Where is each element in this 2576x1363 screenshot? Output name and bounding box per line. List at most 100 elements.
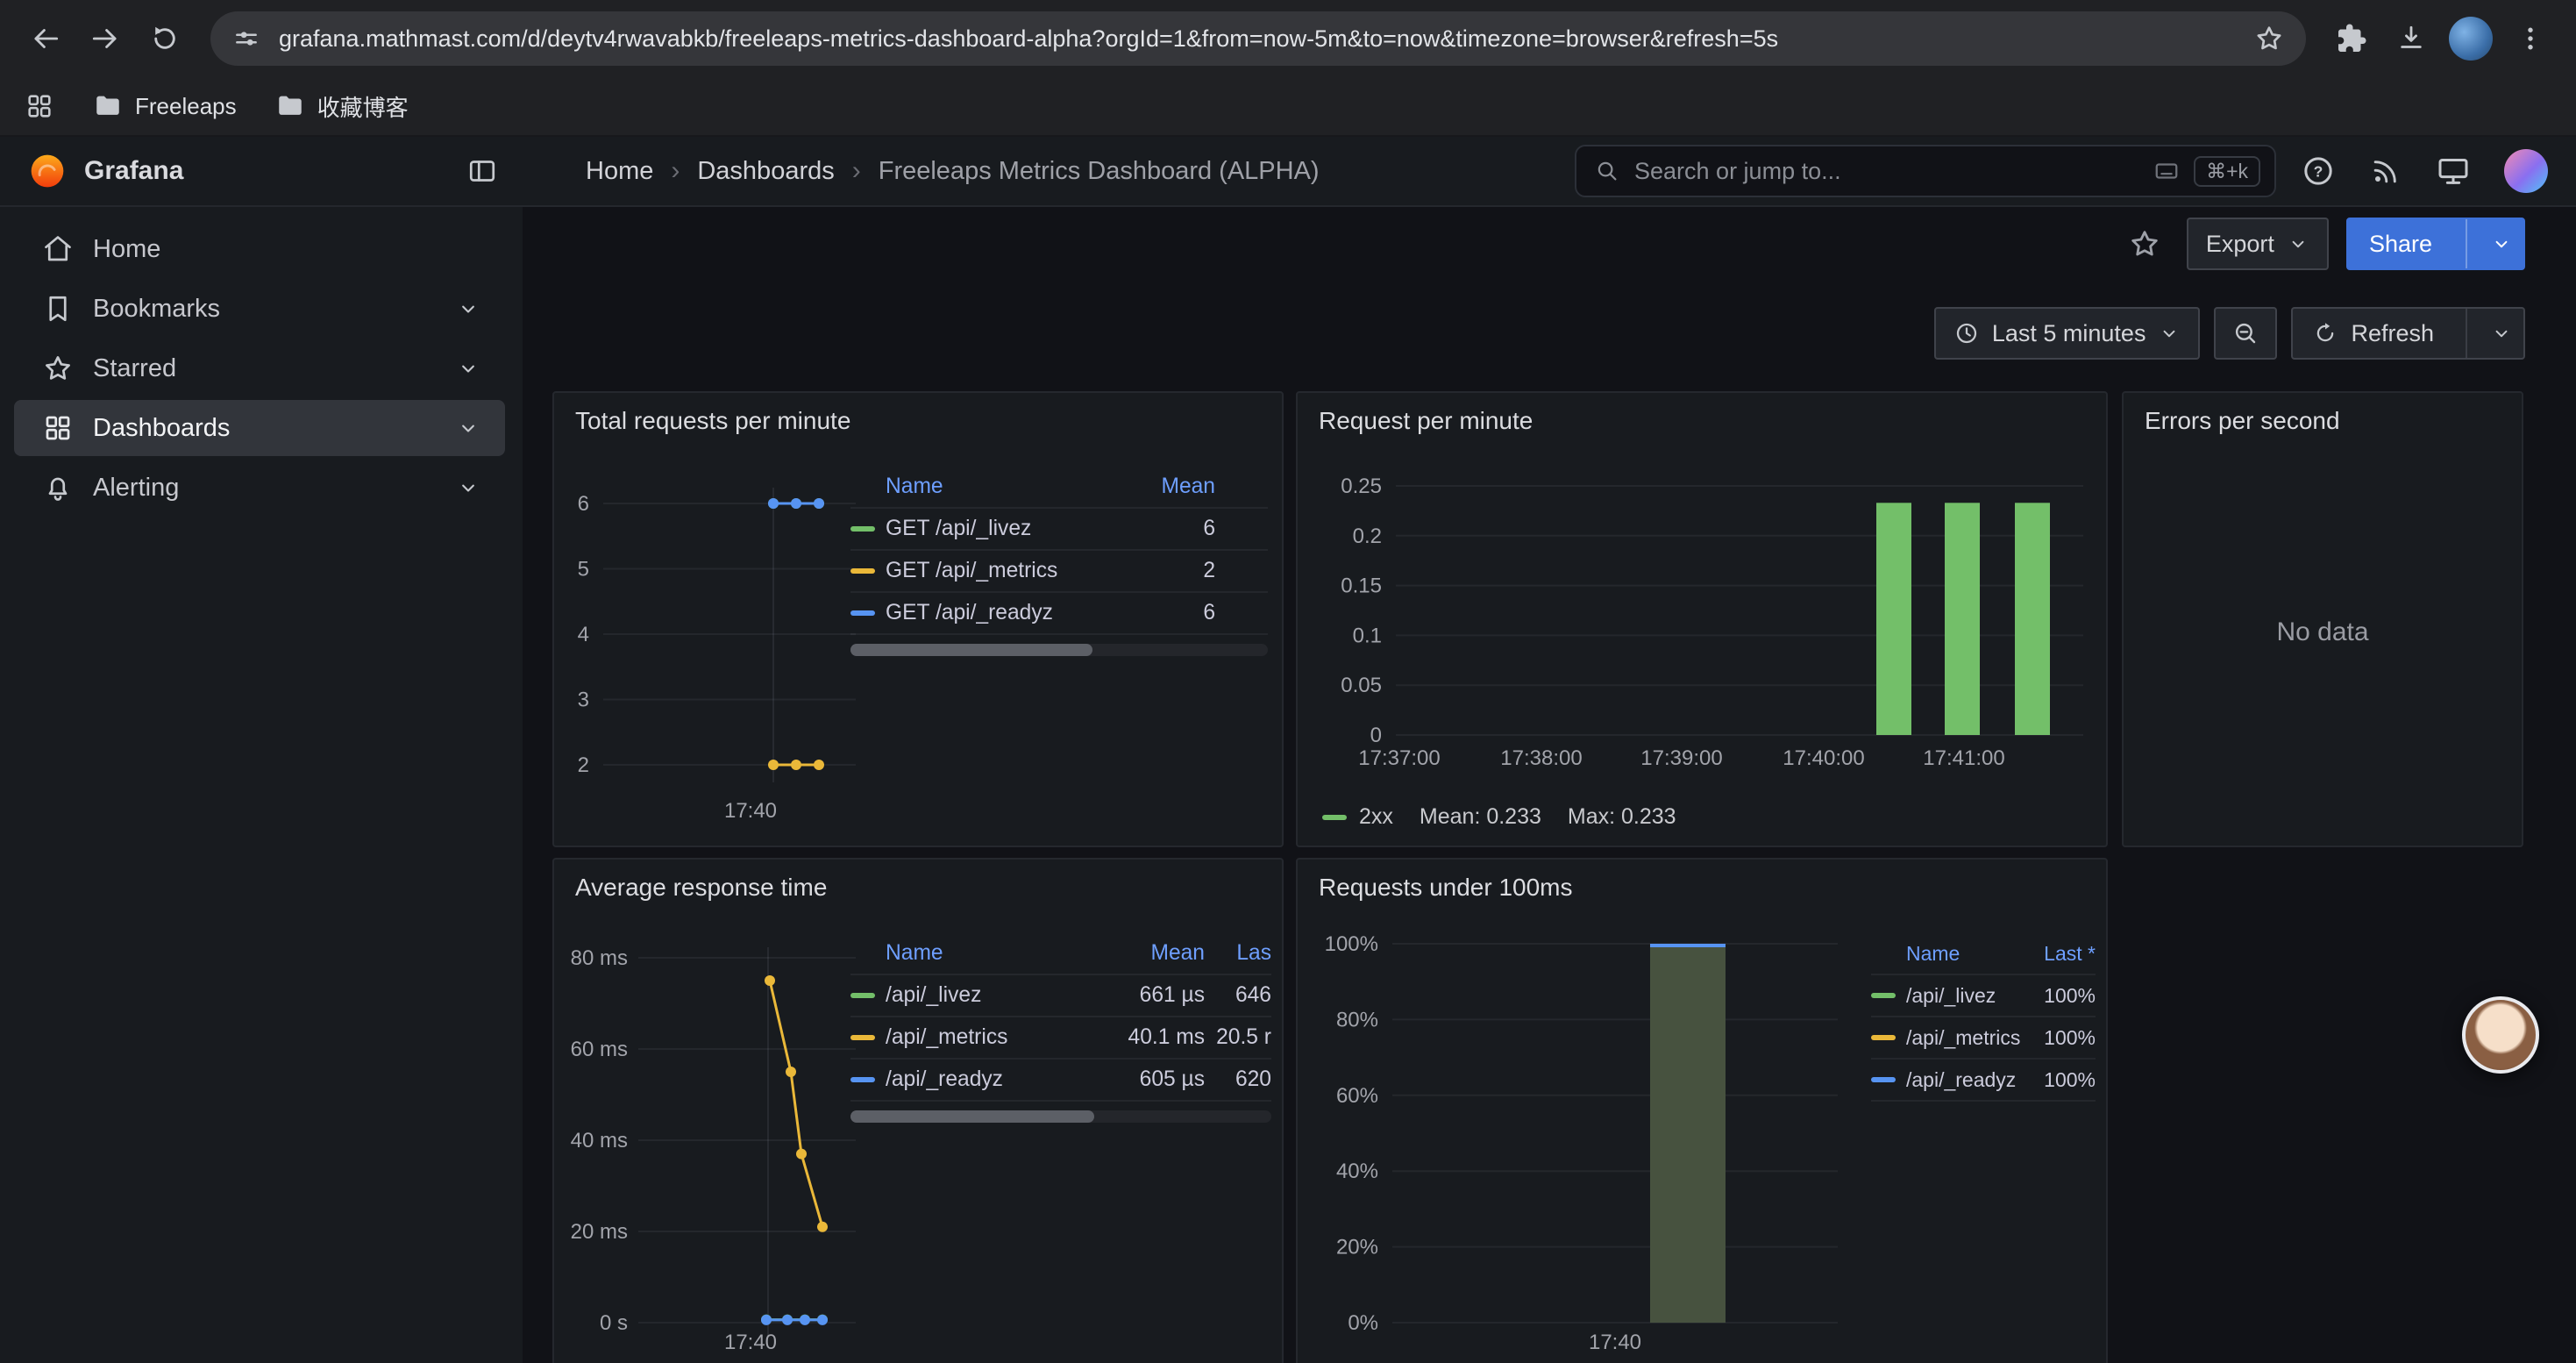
bar[interactable] (2015, 503, 2050, 735)
sidebar-item-home[interactable]: Home (14, 221, 505, 277)
legend-header[interactable]: Name (886, 475, 1114, 499)
bookmark-folder-blogs[interactable]: 收藏博客 (275, 90, 409, 123)
legend-header[interactable]: Las (1205, 941, 1271, 966)
legend-header[interactable]: Name (1906, 942, 2029, 966)
zoom-out-button[interactable] (2214, 307, 2277, 360)
panel-title[interactable]: Average response time (575, 874, 827, 902)
floating-assistant-avatar[interactable] (2462, 996, 2539, 1074)
sidebar-item-starred[interactable]: Starred (14, 340, 505, 396)
refresh-label: Refresh (2351, 320, 2434, 347)
series-value: 100% (2029, 1026, 2096, 1050)
series-color-dash (1871, 993, 1896, 998)
series-name: /api/_readyz (1906, 1068, 2029, 1092)
dashboard-actions: Export Share (2120, 218, 2525, 270)
refresh-button[interactable]: Refresh (2293, 309, 2453, 358)
series-point (791, 498, 801, 509)
export-button[interactable]: Export (2187, 218, 2329, 270)
clock-icon (1953, 320, 1980, 346)
panel-title[interactable]: Errors per second (2145, 407, 2340, 435)
grafana-logo-icon[interactable] (28, 152, 67, 190)
legend-scrollbar[interactable] (850, 644, 1268, 656)
arrow-left-icon (29, 22, 62, 55)
address-bar[interactable]: grafana.mathmast.com/d/deytv4rwavabkb/fr… (210, 11, 2306, 66)
time-range-picker[interactable]: Last 5 minutes (1934, 307, 2201, 360)
monitor-icon[interactable] (2436, 153, 2471, 189)
svg-text:?: ? (2314, 163, 2323, 181)
bookmark-star-icon[interactable] (2253, 23, 2285, 54)
sidebar-item-alerting[interactable]: Alerting (14, 460, 505, 516)
series-color-dash (850, 1077, 875, 1082)
header-icons: ? (2276, 149, 2576, 193)
avg-response-time-chart[interactable]: 80 ms60 ms40 ms20 ms0 s17:40 (568, 923, 866, 1361)
sidebar-item-dashboards[interactable]: Dashboards (14, 400, 505, 456)
series-value: 646 (1205, 983, 1271, 1008)
series-value: 40.1 ms (1092, 1025, 1205, 1050)
site-settings-icon (231, 24, 261, 54)
apps-grid-icon[interactable] (25, 91, 54, 121)
total-requests-chart[interactable]: 6543217:40 (568, 456, 866, 833)
reload-button[interactable] (137, 11, 193, 67)
scrollbar-thumb[interactable] (850, 1110, 1094, 1123)
tick-label: 20 ms (571, 1220, 628, 1244)
search-input[interactable]: Search or jump to... ⌘+k (1575, 145, 2276, 197)
legend-scrollbar[interactable] (850, 1110, 1271, 1123)
forward-button[interactable] (77, 11, 133, 67)
share-button[interactable]: Share (2348, 219, 2453, 268)
bell-icon (42, 472, 74, 503)
bar[interactable] (1876, 503, 1911, 735)
legend-header[interactable]: Name (886, 941, 1092, 966)
bar[interactable] (1650, 944, 1726, 1323)
tick-label: 5 (578, 558, 589, 582)
scrollbar-thumb[interactable] (850, 644, 1092, 656)
series-color-dash (850, 1035, 875, 1040)
refresh-interval-button[interactable] (2480, 309, 2523, 358)
refresh-button-group: Refresh (2291, 307, 2525, 360)
legend-row[interactable]: /api/_readyz605 µs620 (850, 1060, 1271, 1102)
collapse-sidebar-icon[interactable] (466, 155, 498, 187)
search-shortcut: ⌘+k (2194, 156, 2260, 187)
favorite-dashboard-button[interactable] (2120, 219, 2169, 268)
legend-row[interactable]: /api/_metrics40.1 ms20.5 r (850, 1017, 1271, 1060)
legend-row[interactable]: /api/_metrics100% (1871, 1017, 2096, 1060)
breadcrumb-home[interactable]: Home (586, 157, 653, 186)
legend-header[interactable]: Mean (1092, 941, 1205, 966)
legend-row[interactable]: /api/_readyz100% (1871, 1060, 2096, 1102)
breadcrumb-dashboards[interactable]: Dashboards (697, 157, 834, 186)
chevron-down-icon (2158, 322, 2181, 345)
panel-title[interactable]: Request per minute (1319, 407, 1533, 435)
legend-row[interactable]: GET /api/_readyz6 (850, 593, 1268, 635)
apps-icon (42, 412, 74, 444)
panel-title[interactable]: Total requests per minute (575, 407, 850, 435)
legend-row[interactable]: /api/_livez100% (1871, 975, 2096, 1017)
extensions-button[interactable] (2323, 11, 2380, 67)
browser-profile-button[interactable] (2443, 11, 2499, 67)
legend-row[interactable]: GET /api/_metrics2 (850, 551, 1268, 593)
bookmark-label: 收藏博客 (317, 90, 409, 123)
browser-menu-button[interactable] (2502, 11, 2558, 67)
panel-title[interactable]: Requests under 100ms (1319, 874, 1573, 902)
bar[interactable] (1945, 503, 1980, 735)
legend-header[interactable]: Last * (2029, 942, 2096, 966)
downloads-button[interactable] (2383, 11, 2439, 67)
request-per-minute-chart[interactable]: 0.250.20.150.10.05017:37:0017:38:0017:39… (1312, 456, 2096, 781)
tick-label: 0.05 (1341, 674, 1382, 697)
series-name: /api/_metrics (1906, 1026, 2029, 1050)
news-rss-icon[interactable] (2369, 154, 2402, 188)
folder-icon (93, 91, 123, 121)
sidebar-item-bookmarks[interactable]: Bookmarks (14, 281, 505, 337)
legend-table: NameMeanLas/api/_livez661 µs646/api/_met… (850, 933, 1271, 1123)
share-menu-button[interactable] (2480, 219, 2523, 268)
legend-inline[interactable]: 2xxMean: 0.233Max: 0.233 (1322, 804, 1676, 830)
bookmark-folder-freeleaps[interactable]: Freeleaps (93, 91, 237, 121)
panel-avg-response-time: Average response time 80 ms60 ms40 ms20 … (552, 858, 1284, 1363)
tick-label: 60 ms (571, 1038, 628, 1061)
help-icon[interactable]: ? (2301, 153, 2336, 189)
series-color-dash (1871, 1077, 1896, 1082)
legend-header[interactable]: Mean (1114, 475, 1215, 499)
requests-under-100ms-chart[interactable]: 100%80%60%40%20%0%17:40 (1312, 923, 1855, 1361)
user-avatar[interactable] (2504, 149, 2548, 193)
legend-row[interactable]: GET /api/_livez6 (850, 509, 1268, 551)
back-button[interactable] (18, 11, 74, 67)
legend-row[interactable]: /api/_livez661 µs646 (850, 975, 1271, 1017)
tick-label: 17:41:00 (1923, 746, 2004, 770)
